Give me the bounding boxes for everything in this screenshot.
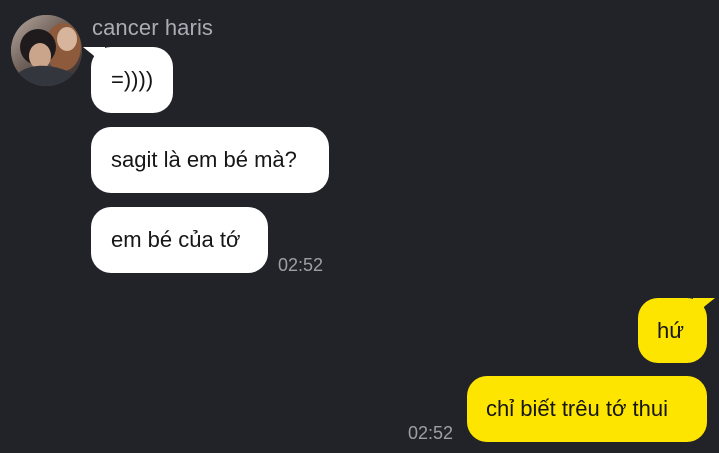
bubble-tail-icon: [693, 298, 715, 316]
sender-avatar[interactable]: [11, 15, 82, 86]
outgoing-message-bubble[interactable]: chỉ biết trêu tớ thui: [467, 376, 707, 442]
message-text: em bé của tớ: [111, 227, 241, 252]
sender-name: cancer haris: [92, 15, 214, 40]
chat-room: cancer haris =)))) sagit là em bé mà? em…: [0, 0, 719, 453]
bubble-tail-icon: [83, 47, 105, 65]
message-text: hứ: [657, 318, 684, 343]
incoming-timestamp: 02:52: [278, 255, 324, 275]
message-text: chỉ biết trêu tớ thui: [486, 396, 668, 421]
message-text: sagit là em bé mà?: [111, 147, 297, 172]
incoming-message-bubble[interactable]: =)))): [83, 47, 173, 113]
outgoing-message-bubble[interactable]: hứ: [638, 298, 715, 363]
message-text: =)))): [111, 67, 154, 92]
incoming-message-bubble[interactable]: em bé của tớ: [91, 207, 268, 273]
outgoing-timestamp: 02:52: [408, 423, 454, 443]
incoming-message-bubble[interactable]: sagit là em bé mà?: [91, 127, 329, 193]
